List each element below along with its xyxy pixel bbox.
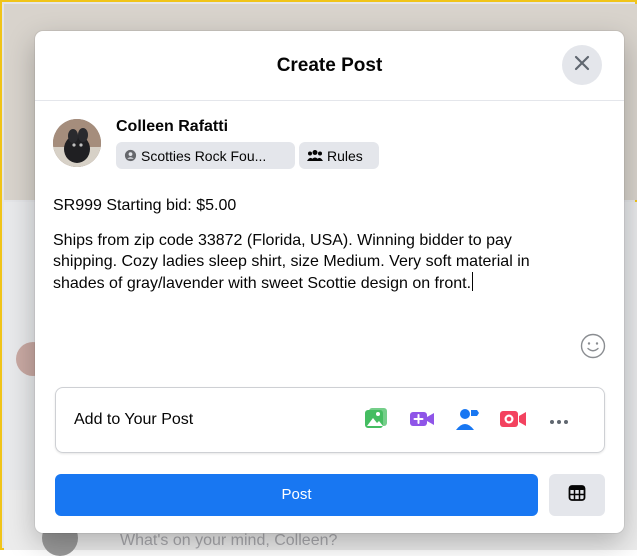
tag-people-icon — [454, 406, 480, 437]
create-post-dialog: Create Post Colleen Rafatti Scotties Roc… — [35, 31, 624, 533]
background-composer-prompt: What's on your mind, Colleen? — [120, 532, 338, 549]
post-button[interactable]: Post — [55, 474, 538, 516]
close-icon — [572, 53, 592, 78]
smiley-icon — [580, 333, 606, 363]
post-body-text: Ships from zip code 33872 (Florida, USA)… — [53, 230, 563, 294]
audience-label: Scotties Rock Fou... — [141, 147, 267, 164]
rules-label: Rules — [327, 147, 363, 164]
close-button[interactable] — [562, 45, 602, 85]
dialog-header: Create Post — [35, 31, 624, 101]
people-icon — [307, 149, 323, 162]
audience-selector[interactable]: Scotties Rock Fou... — [116, 142, 295, 169]
more-icon — [548, 412, 570, 430]
text-cursor — [472, 272, 474, 291]
photo-video-icon — [364, 407, 388, 436]
more-options-button[interactable] — [546, 408, 572, 434]
room-video-button[interactable] — [409, 408, 435, 434]
rules-button[interactable]: Rules — [299, 142, 379, 169]
emoji-button[interactable] — [580, 333, 606, 359]
dialog-title: Create Post — [276, 55, 383, 76]
avatar[interactable] — [53, 119, 101, 167]
room-video-icon — [409, 407, 435, 436]
globe-group-icon — [124, 149, 137, 162]
photo-video-button[interactable] — [363, 407, 389, 436]
post-first-line: SR999 Starting bid: $5.00 — [53, 197, 237, 214]
live-video-button[interactable] — [500, 408, 526, 434]
post-body-content: Ships from zip code 33872 (Florida, USA)… — [53, 232, 530, 292]
add-to-post-label: Add to Your Post — [74, 411, 194, 428]
live-video-icon — [499, 407, 527, 436]
schedule-button[interactable] — [549, 474, 605, 516]
add-to-post-bar: Add to Your Post — [55, 387, 605, 453]
author-name[interactable]: Colleen Rafatti — [116, 118, 228, 136]
tag-people-button[interactable] — [454, 408, 480, 434]
calendar-grid-icon — [568, 484, 586, 507]
